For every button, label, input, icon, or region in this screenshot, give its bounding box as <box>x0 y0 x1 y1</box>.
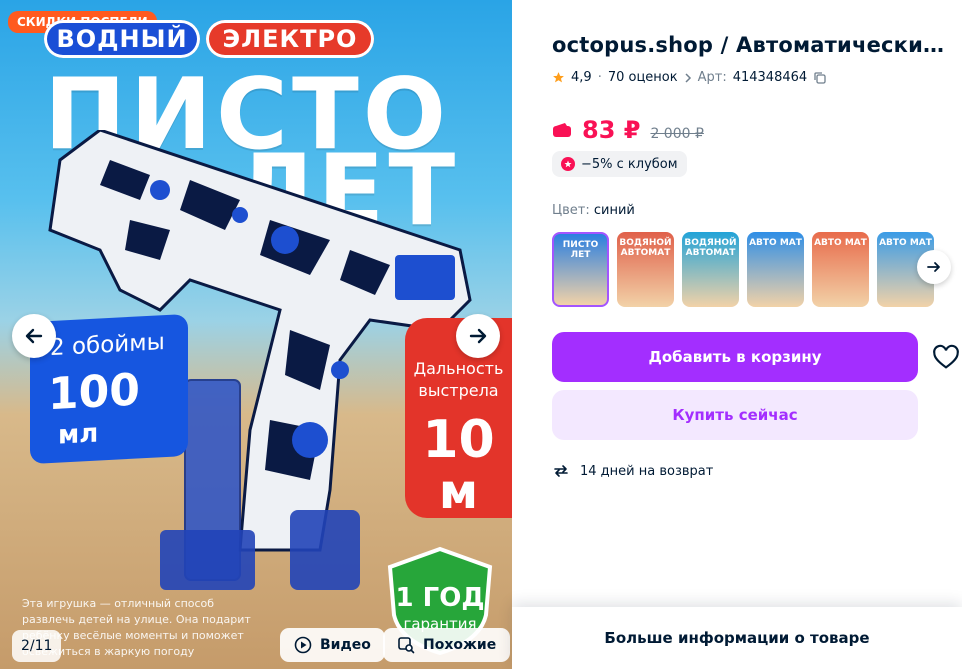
gallery-next-button[interactable] <box>456 314 500 358</box>
return-policy-label: 14 дней на возврат <box>580 463 714 479</box>
copy-icon[interactable] <box>813 71 827 85</box>
variant-thumbnail[interactable]: АВТО МАТ <box>812 232 869 307</box>
more-info-button[interactable]: Больше информации о товаре <box>512 607 962 669</box>
play-icon <box>294 636 312 654</box>
arrow-right-icon <box>469 328 487 344</box>
article-label: Арт: <box>697 70 727 85</box>
color-value: синий <box>593 203 635 218</box>
dot-separator: · <box>597 70 602 85</box>
reviews-link[interactable]: 70 оценок <box>608 70 678 85</box>
pill-electro: ЭЛЕКТРО <box>206 20 374 58</box>
rating-value: 4,9 <box>571 70 592 85</box>
rating-row: 4,9 · 70 оценок Арт: 414348464 <box>552 70 827 85</box>
variant-thumbnail[interactable]: ПИСТО ЛЕТ <box>552 232 609 307</box>
price-row: 83 ₽ 2 000 ₽ <box>552 116 704 144</box>
heart-icon[interactable] <box>932 344 960 372</box>
arrow-right-icon <box>927 262 940 272</box>
buy-now-button[interactable]: Купить сейчас <box>552 390 918 440</box>
video-label: Видео <box>320 637 371 653</box>
variant-thumbnail[interactable]: ВОДЯНОЙ АВТОМАТ <box>617 232 674 307</box>
video-button[interactable]: Видео <box>280 628 385 662</box>
warranty-title: 1 ГОД <box>395 583 485 613</box>
current-price: 83 ₽ <box>582 116 641 144</box>
image-counter: 2/11 <box>12 630 62 662</box>
product-image-gallery[interactable]: СКИДКИ ПОСПЕЛИ ВОДНЫЙ ЭЛЕКТРО ПИСТО ЛЕТ … <box>0 0 512 669</box>
arrow-left-icon <box>25 328 43 344</box>
star-icon <box>553 72 564 83</box>
variant-thumbnails: ПИСТО ЛЕТ ВОДЯНОЙ АВТОМАТ ВОДЯНОЙ АВТОМА… <box>552 232 934 307</box>
chevron-right-icon <box>685 72 691 83</box>
color-row: Цвет: синий <box>552 203 635 218</box>
wallet-icon <box>553 123 571 137</box>
product-title: octopus.shop / Автоматический водный пис… <box>552 33 952 57</box>
volume-unit: мл <box>58 418 99 451</box>
club-discount-label: −5% с клубом <box>581 156 678 172</box>
similar-label: Похожие <box>423 637 497 653</box>
club-icon <box>561 157 575 171</box>
pill-water: ВОДНЫЙ <box>44 20 200 58</box>
range-label: Дальность выстрела <box>413 359 504 400</box>
variant-thumbnail[interactable]: ВОДЯНОЙ АВТОМАТ <box>682 232 739 307</box>
add-to-cart-button[interactable]: Добавить в корзину <box>552 332 918 382</box>
magazines-count: 2 обоймы <box>50 329 165 362</box>
club-discount-badge[interactable]: −5% с клубом <box>552 151 687 177</box>
color-label: Цвет: <box>552 203 590 218</box>
image-search-icon <box>398 637 415 654</box>
article-number: 414348464 <box>732 70 808 85</box>
thumbnails-next-button[interactable] <box>917 250 951 284</box>
old-price: 2 000 ₽ <box>650 126 704 142</box>
variant-thumbnail[interactable]: АВТО МАТ <box>747 232 804 307</box>
range-value: 10 <box>422 410 495 470</box>
gallery-prev-button[interactable] <box>12 314 56 358</box>
range-unit: м <box>438 464 479 520</box>
return-icon <box>554 465 568 477</box>
similar-button[interactable]: Похожие <box>383 628 511 662</box>
return-policy[interactable]: 14 дней на возврат <box>552 462 713 480</box>
volume-value: 100 <box>48 364 140 421</box>
